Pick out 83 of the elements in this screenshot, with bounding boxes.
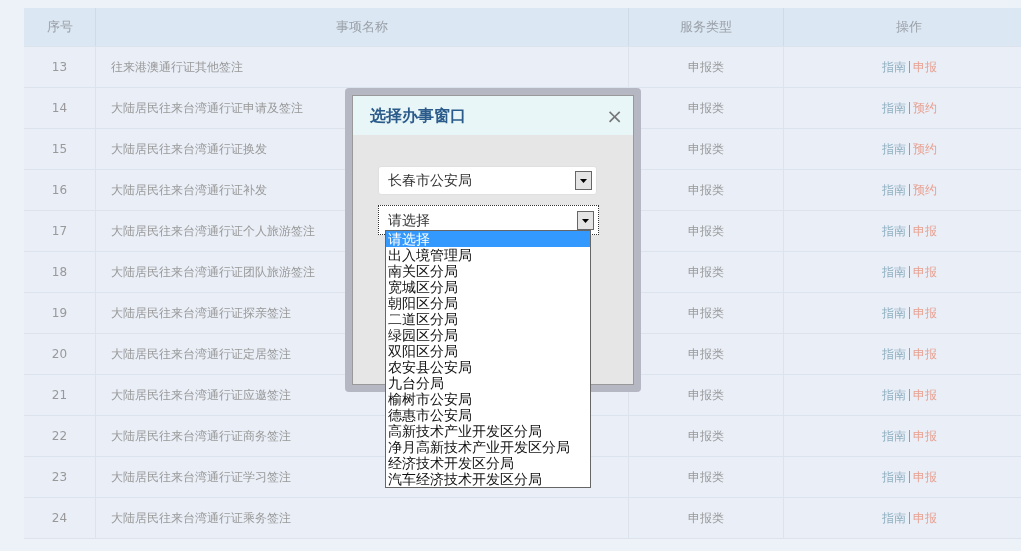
action-link[interactable]: 申报 xyxy=(912,345,937,363)
guide-link[interactable]: 指南 xyxy=(881,509,906,527)
close-button[interactable]: × xyxy=(606,105,623,126)
item-name: 大陆居民往来台湾通行证换发 xyxy=(111,141,267,158)
dropdown-option[interactable]: 出入境管理局 xyxy=(386,247,590,263)
dropdown-option[interactable]: 农安县公安局 xyxy=(386,359,590,375)
row-number: 16 xyxy=(51,182,68,199)
guide-link[interactable]: 指南 xyxy=(881,386,906,404)
service-type: 申报类 xyxy=(688,387,724,404)
guide-link[interactable]: 指南 xyxy=(881,427,906,445)
dropdown-option[interactable]: 南关区分局 xyxy=(386,263,590,279)
dropdown-option[interactable]: 宽城区分局 xyxy=(386,279,590,295)
item-name: 往来港澳通行证其他签注 xyxy=(111,59,243,76)
item-name: 大陆居民往来台湾通行证补发 xyxy=(111,182,267,199)
item-name: 大陆居民往来台湾通行证申请及签注 xyxy=(111,100,303,117)
dropdown-option[interactable]: 经济技术开发区分局 xyxy=(386,455,590,471)
guide-link[interactable]: 指南 xyxy=(881,222,906,240)
item-name: 大陆居民往来台湾通行证乘务签注 xyxy=(111,510,291,527)
dropdown-option[interactable]: 榆树市公安局 xyxy=(386,391,590,407)
action-link[interactable]: 申报 xyxy=(912,222,937,240)
dropdown-option[interactable]: 二道区分局 xyxy=(386,311,590,327)
item-name: 大陆居民往来台湾通行证学习签注 xyxy=(111,469,291,486)
guide-link[interactable]: 指南 xyxy=(881,99,906,117)
column-header: 事项名称 xyxy=(336,18,388,37)
action-link[interactable]: 预约 xyxy=(912,140,937,158)
service-type: 申报类 xyxy=(688,59,724,76)
action-link[interactable]: 申报 xyxy=(912,509,937,527)
dropdown-option[interactable]: 汽车经济技术开发区分局 xyxy=(386,471,590,487)
guide-link[interactable]: 指南 xyxy=(881,181,906,199)
dropdown-option[interactable]: 净月高新技术产业开发区分局 xyxy=(386,439,590,455)
dropdown-option[interactable]: 请选择 xyxy=(386,231,590,247)
row-number: 22 xyxy=(51,428,68,445)
guide-link[interactable]: 指南 xyxy=(881,58,906,76)
service-type: 申报类 xyxy=(688,305,724,322)
city-select[interactable]: 长春市公安局 xyxy=(378,166,597,195)
item-name: 大陆居民往来台湾通行证团队旅游签注 xyxy=(111,264,315,281)
action-link[interactable]: 申报 xyxy=(912,304,937,322)
row-number: 19 xyxy=(51,305,68,322)
guide-link[interactable]: 指南 xyxy=(881,345,906,363)
dialog-title: 选择办事窗口 xyxy=(370,104,466,127)
item-name: 大陆居民往来台湾通行证探亲签注 xyxy=(111,305,291,322)
item-name: 大陆居民往来台湾通行证商务签注 xyxy=(111,428,291,445)
guide-link[interactable]: 指南 xyxy=(881,304,906,322)
dropdown-option[interactable]: 双阳区分局 xyxy=(386,343,590,359)
action-link[interactable]: 申报 xyxy=(912,263,937,281)
service-type: 申报类 xyxy=(688,100,724,117)
service-type: 申报类 xyxy=(688,346,724,363)
action-link[interactable]: 申报 xyxy=(912,468,937,486)
dropdown-option[interactable]: 高新技术产业开发区分局 xyxy=(386,423,590,439)
row-number: 21 xyxy=(51,387,68,404)
service-type: 申报类 xyxy=(688,141,724,158)
column-header: 序号 xyxy=(46,18,73,37)
service-type: 申报类 xyxy=(688,264,724,281)
row-number: 14 xyxy=(51,100,68,117)
guide-link[interactable]: 指南 xyxy=(881,140,906,158)
item-name: 大陆居民往来台湾通行证应邀签注 xyxy=(111,387,291,404)
action-link[interactable]: 申报 xyxy=(912,427,937,445)
action-link[interactable]: 申报 xyxy=(912,58,937,76)
row-number: 24 xyxy=(51,510,68,527)
column-header: 服务类型 xyxy=(680,18,732,37)
row-number: 23 xyxy=(51,469,68,486)
action-link[interactable]: 预约 xyxy=(912,99,937,117)
service-type: 申报类 xyxy=(688,510,724,527)
service-type: 申报类 xyxy=(688,182,724,199)
row-number: 17 xyxy=(51,223,68,240)
item-name: 大陆居民往来台湾通行证个人旅游签注 xyxy=(111,223,315,240)
dropdown-option[interactable]: 德惠市公安局 xyxy=(386,407,590,423)
service-type: 申报类 xyxy=(688,428,724,445)
action-link[interactable]: 申报 xyxy=(912,386,937,404)
item-name: 大陆居民往来台湾通行证定居签注 xyxy=(111,346,291,363)
row-number: 13 xyxy=(51,59,68,76)
service-type: 申报类 xyxy=(688,223,724,240)
row-number: 15 xyxy=(51,141,68,158)
dropdown-option[interactable]: 朝阳区分局 xyxy=(386,295,590,311)
action-link[interactable]: 预约 xyxy=(912,181,937,199)
service-type: 申报类 xyxy=(688,469,724,486)
guide-link[interactable]: 指南 xyxy=(881,263,906,281)
row-number: 20 xyxy=(51,346,68,363)
dropdown-option[interactable]: 九台分局 xyxy=(386,375,590,391)
guide-link[interactable]: 指南 xyxy=(881,468,906,486)
column-header: 操作 xyxy=(896,18,922,37)
dropdown-option[interactable]: 绿园区分局 xyxy=(386,327,590,343)
row-number: 18 xyxy=(51,264,68,281)
